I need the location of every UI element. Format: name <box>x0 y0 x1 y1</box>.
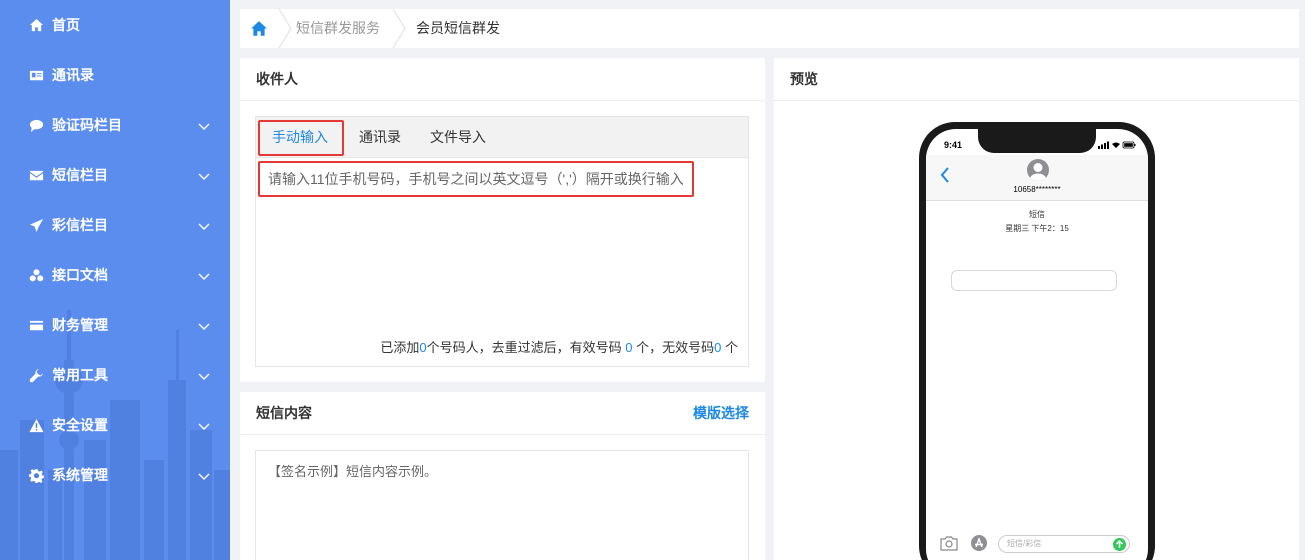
phone-number-input[interactable]: 请输入11位手机号码，手机号之间以英文逗号（','）隔开或换行输入 已添加0个号… <box>255 157 749 367</box>
sidebar-item-contacts[interactable]: 通讯录 <box>0 50 230 100</box>
count-text: 个，无效号码 <box>632 340 715 355</box>
chevron-down-icon <box>198 419 210 435</box>
sidebar-item-label: 系统管理 <box>52 467 108 483</box>
chat-bubble-icon <box>26 118 46 133</box>
app-store-icon[interactable] <box>970 534 988 552</box>
warning-icon <box>26 418 46 433</box>
sidebar: 首页 通讯录 验证码栏目 短信栏目 彩信栏目 接口文档 财务管理 常用工具 安全… <box>0 0 230 560</box>
phone-notch <box>978 129 1096 153</box>
status-icons <box>1098 141 1136 149</box>
sidebar-item-label: 安全设置 <box>52 417 108 433</box>
added-count: 0 <box>419 340 427 355</box>
sidebar-item-tools[interactable]: 常用工具 <box>0 350 230 400</box>
breadcrumb-separator <box>278 9 292 48</box>
sidebar-item-label: 彩信栏目 <box>52 217 108 233</box>
breadcrumb-item-sms-service[interactable]: 短信群发服务 <box>296 9 380 48</box>
envelope-icon <box>26 168 46 183</box>
breadcrumb: 短信群发服务 会员短信群发 <box>240 9 1299 48</box>
sidebar-item-finance[interactable]: 财务管理 <box>0 300 230 350</box>
message-composer: 短信/彩信 <box>926 530 1148 560</box>
breadcrumb-separator <box>392 9 406 48</box>
sidebar-item-home[interactable]: 首页 <box>0 0 230 50</box>
message-header: 10658******** <box>926 155 1148 201</box>
sidebar-item-system[interactable]: 系统管理 <box>0 450 230 500</box>
sidebar-item-verification[interactable]: 验证码栏目 <box>0 100 230 150</box>
send-icon[interactable] <box>1113 538 1126 551</box>
status-time: 9:41 <box>944 140 963 150</box>
breadcrumb-item-member-sms: 会员短信群发 <box>416 20 500 36</box>
sms-content-title-text: 短信内容 <box>256 405 312 421</box>
count-suffix: 个 <box>721 340 738 355</box>
sms-content-text: 【签名示例】短信内容示例。 <box>268 464 438 479</box>
chevron-down-icon <box>198 119 210 135</box>
camera-icon[interactable] <box>940 535 958 551</box>
chevron-down-icon <box>198 269 210 285</box>
phone-mockup: 9:41 10658******** 短信 星期三 下午2：15 短信/彩信 <box>919 122 1155 560</box>
sidebar-item-sms[interactable]: 短信栏目 <box>0 150 230 200</box>
sidebar-item-api-docs[interactable]: 接口文档 <box>0 250 230 300</box>
wrench-icon <box>26 368 46 383</box>
sender-number: 10658******** <box>1013 185 1061 194</box>
sidebar-item-label: 财务管理 <box>52 317 108 333</box>
home-icon <box>251 20 267 36</box>
chevron-down-icon <box>198 169 210 185</box>
template-select-link[interactable]: 模版选择 <box>693 392 749 435</box>
message-type: 短信 <box>1029 210 1045 219</box>
sms-content-input[interactable]: 【签名示例】短信内容示例。 <box>255 450 749 560</box>
back-chevron-icon[interactable] <box>940 167 950 183</box>
sidebar-item-mms[interactable]: 彩信栏目 <box>0 200 230 250</box>
sidebar-item-security[interactable]: 安全设置 <box>0 400 230 450</box>
sidebar-item-label: 常用工具 <box>52 367 108 383</box>
valid-count: 0 <box>625 340 633 355</box>
message-time: 星期三 下午2：15 <box>1005 224 1069 233</box>
phone-screen: 9:41 10658******** 短信 星期三 下午2：15 短信/彩信 <box>926 129 1148 560</box>
sms-content-title: 短信内容 模版选择 <box>240 392 765 435</box>
cubes-icon <box>26 268 46 283</box>
sidebar-item-label: 首页 <box>52 17 80 33</box>
chevron-down-icon <box>198 219 210 235</box>
tab-file-import[interactable]: 文件导入 <box>430 117 486 157</box>
chevron-down-icon <box>198 319 210 335</box>
breadcrumb-home[interactable] <box>240 9 278 48</box>
sidebar-item-label: 短信栏目 <box>52 167 108 183</box>
contact-avatar-icon <box>1027 159 1049 181</box>
paper-plane-icon <box>26 218 46 233</box>
phone-number-placeholder: 请输入11位手机号码，手机号之间以英文逗号（','）隔开或换行输入 <box>258 161 694 197</box>
gear-icon <box>26 468 46 483</box>
sidebar-item-label: 验证码栏目 <box>52 117 122 133</box>
chevron-down-icon <box>198 469 210 485</box>
home-icon <box>26 18 46 33</box>
recipient-tabs: 手动输入 通讯录 文件导入 <box>255 116 749 157</box>
count-prefix: 已添加 <box>380 340 420 355</box>
chevron-down-icon <box>198 369 210 385</box>
tab-contacts[interactable]: 通讯录 <box>359 117 401 157</box>
preview-title: 预览 <box>774 58 1299 101</box>
sidebar-item-label: 通讯录 <box>52 67 94 83</box>
sms-content-panel: 短信内容 模版选择 【签名示例】短信内容示例。 <box>240 392 765 560</box>
tab-manual-input[interactable]: 手动输入 <box>272 117 328 157</box>
recipients-title: 收件人 <box>240 58 765 101</box>
message-bubble <box>951 270 1117 291</box>
credit-card-icon <box>26 318 46 333</box>
count-text: 个号码人，去重过滤后，有效号码 <box>426 340 626 355</box>
number-count-summary: 已添加0个号码人，去重过滤后，有效号码 0 个，无效号码0 个 <box>380 337 738 356</box>
composer-input[interactable]: 短信/彩信 <box>998 535 1130 553</box>
sidebar-item-label: 接口文档 <box>52 267 108 283</box>
preview-panel: 预览 9:41 10658******** 短信 星期三 下午2：15 短信/彩… <box>774 58 1299 560</box>
recipients-panel: 收件人 手动输入 通讯录 文件导入 请输入11位手机号码，手机号之间以英文逗号（… <box>240 58 765 382</box>
contact-card-icon <box>26 68 46 83</box>
composer-placeholder: 短信/彩信 <box>1007 539 1042 548</box>
